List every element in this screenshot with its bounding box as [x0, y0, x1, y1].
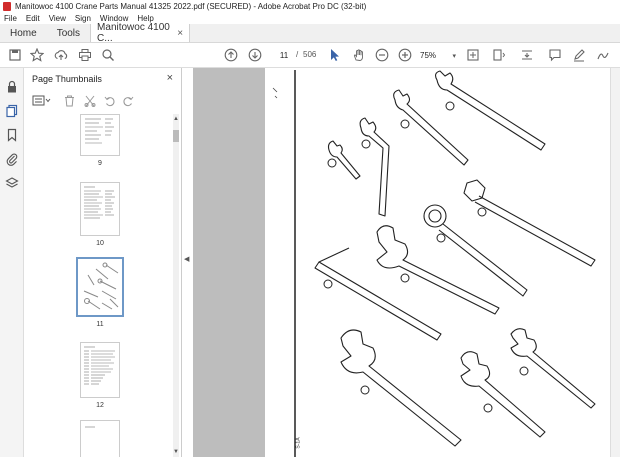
menu-view[interactable]: View	[49, 14, 66, 23]
bookmark-icon[interactable]	[5, 128, 19, 142]
layers-icon[interactable]	[5, 176, 19, 190]
zoom-in-icon[interactable]	[398, 48, 412, 62]
window-title: Manitowoc 4100 Crane Parts Manual 41325 …	[15, 1, 367, 11]
tab-close-icon[interactable]: ×	[177, 28, 183, 39]
menu-file[interactable]: File	[4, 14, 17, 23]
page-thumbnails-panel: Page Thumbnails × 9 10 11 12 ▲ ▼	[24, 68, 182, 457]
highlight-pen-icon[interactable]	[572, 48, 586, 62]
window-title-bar: Manitowoc 4100 Crane Parts Manual 41325 …	[0, 0, 620, 12]
comment-icon[interactable]	[548, 48, 562, 62]
cloud-upload-icon[interactable]	[54, 48, 68, 62]
attachment-icon[interactable]	[5, 152, 19, 166]
thumbnail-label-11: 11	[96, 321, 104, 328]
thumbnail-list: 9 10 11 12	[24, 114, 174, 457]
thumbnail-page-10[interactable]	[80, 182, 120, 236]
wrench-illustration	[272, 70, 596, 457]
zoom-out-icon[interactable]	[375, 48, 389, 62]
main-toolbar: / 506 75% ▾	[0, 43, 620, 68]
sign-icon[interactable]	[596, 48, 610, 62]
menu-bar: File Edit View Sign Window Help	[0, 12, 620, 24]
undo-icon[interactable]	[104, 95, 116, 110]
document-page: S-1A	[265, 68, 610, 457]
document-scrollbar[interactable]	[610, 68, 620, 457]
thumbnail-page-11[interactable]	[76, 257, 124, 317]
save-icon[interactable]	[8, 48, 22, 62]
tab-document-label: Manitowoc 4100 C...	[97, 22, 170, 44]
lock-icon[interactable]	[5, 80, 19, 94]
page-number-input[interactable]	[274, 49, 294, 62]
menu-sign[interactable]: Sign	[75, 14, 91, 23]
page-layout-icon[interactable]	[492, 48, 506, 62]
thumbnail-scroll-thumb[interactable]	[173, 130, 179, 142]
panel-close-icon[interactable]: ×	[167, 72, 173, 84]
tab-bar: Home Tools Manitowoc 4100 C... ×	[0, 22, 620, 44]
thumbnail-label-10: 10	[96, 240, 104, 247]
panel-toolbar	[30, 94, 170, 110]
tab-document[interactable]: Manitowoc 4100 C... ×	[90, 22, 191, 44]
delete-page-icon[interactable]	[64, 95, 75, 110]
zoom-level-value: 75%	[420, 51, 437, 60]
thumbnail-options-icon[interactable]	[32, 95, 52, 110]
page-separator: /	[296, 50, 299, 59]
thumbnail-label-12: 12	[96, 402, 104, 409]
thumbnail-scrollbar[interactable]: ▲ ▼	[173, 114, 179, 457]
tab-home-label: Home	[10, 27, 37, 39]
thumbnail-page-13[interactable]	[80, 420, 120, 457]
acrobat-icon	[3, 1, 11, 11]
document-gutter	[193, 68, 265, 457]
menu-edit[interactable]: Edit	[26, 14, 40, 23]
next-page-icon[interactable]	[248, 48, 262, 62]
print-icon[interactable]	[78, 48, 92, 62]
thumbnail-label-9: 9	[98, 160, 102, 167]
tab-home[interactable]: Home	[0, 24, 47, 42]
thumbnail-page-12[interactable]	[80, 342, 120, 398]
extract-pages-icon[interactable]	[84, 95, 96, 110]
page-total: 506	[303, 50, 317, 59]
chevron-down-icon: ▾	[452, 52, 456, 60]
panel-title: Page Thumbnails	[32, 74, 102, 84]
hand-tool-icon[interactable]	[352, 48, 366, 62]
left-navigation-rail	[0, 68, 24, 457]
previous-page-icon[interactable]	[224, 48, 238, 62]
page-thumbnails-icon[interactable]	[5, 104, 19, 118]
select-cursor-icon[interactable]	[328, 48, 342, 62]
tab-tools[interactable]: Tools	[47, 24, 90, 42]
scroll-down-icon[interactable]: ▼	[173, 449, 179, 455]
zoom-level-dropdown[interactable]: 75% ▾	[420, 49, 456, 62]
find-icon[interactable]	[101, 48, 115, 62]
tab-tools-label: Tools	[56, 27, 81, 39]
redo-icon[interactable]	[122, 95, 134, 110]
fit-page-icon[interactable]	[466, 48, 480, 62]
page-corner-mark: S-1A	[295, 437, 302, 449]
scroll-up-icon[interactable]: ▲	[173, 116, 179, 122]
scroll-mode-icon[interactable]	[520, 48, 534, 62]
collapse-panel-icon[interactable]: ◀	[184, 255, 189, 263]
star-icon[interactable]	[30, 48, 44, 62]
thumbnail-page-9[interactable]	[80, 114, 120, 156]
